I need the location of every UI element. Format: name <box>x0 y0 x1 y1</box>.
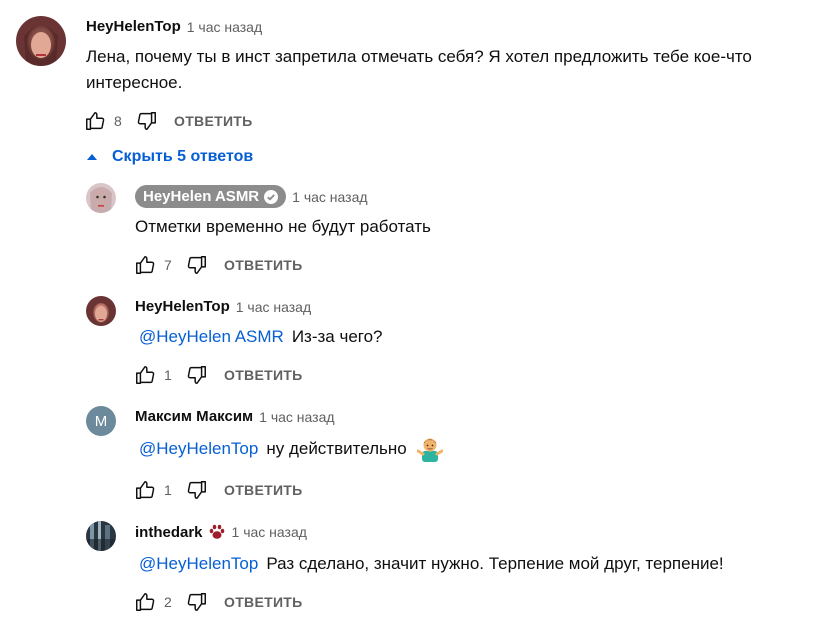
like-count: 1 <box>164 367 172 383</box>
dislike-icon[interactable] <box>186 479 208 501</box>
comment-author[interactable]: Максим Максим <box>135 408 253 425</box>
like-icon[interactable] <box>134 591 156 613</box>
like-count: 8 <box>114 113 122 129</box>
comment-text: @HeyHelenTop ну действительно <box>139 436 443 462</box>
avatar[interactable] <box>16 16 66 66</box>
avatar[interactable] <box>86 521 116 551</box>
mention-link[interactable]: @HeyHelenTop <box>139 554 258 573</box>
mention-link[interactable]: @HeyHelen ASMR <box>139 327 284 346</box>
reply-button[interactable]: ОТВЕТИТЬ <box>174 113 253 129</box>
avatar[interactable]: М <box>86 406 116 436</box>
hide-replies-button[interactable]: Скрыть 5 ответов <box>86 148 253 166</box>
dislike-icon[interactable] <box>186 254 208 276</box>
comment-author[interactable]: inthedark <box>135 524 203 541</box>
comment-text-line: интересное. <box>86 73 183 92</box>
avatar[interactable] <box>86 183 116 213</box>
comment-text: @HeyHelen ASMR Из-за чего? <box>139 324 383 350</box>
comment-text-body: Раз сделано, значит нужно. Терпение мой … <box>266 554 724 573</box>
reply-button[interactable]: ОТВЕТИТЬ <box>224 482 303 498</box>
like-count: 2 <box>164 594 172 610</box>
comment-text-body: Из-за чего? <box>291 327 383 346</box>
comment-author-chip[interactable]: HeyHelen ASMR <box>135 185 287 208</box>
mention-link[interactable]: @HeyHelenTop <box>139 436 258 462</box>
reply-button[interactable]: ОТВЕТИТЬ <box>224 594 303 610</box>
like-icon[interactable] <box>134 364 156 386</box>
avatar[interactable] <box>86 296 116 326</box>
comment-time[interactable]: 1 час назад <box>236 299 311 315</box>
hide-replies-label: Скрыть 5 ответов <box>112 148 254 165</box>
verified-icon <box>264 189 279 204</box>
comment-actions: 1 ОТВЕТИТЬ <box>134 363 303 387</box>
like-icon[interactable] <box>134 479 156 501</box>
avatar-letter: М <box>94 412 108 430</box>
reply-button[interactable]: ОТВЕТИТЬ <box>224 367 303 383</box>
comment-text-body: ну действительно <box>266 439 407 458</box>
comment-text: Отметки временно не будут работать <box>135 217 431 236</box>
dislike-icon[interactable] <box>186 364 208 386</box>
like-icon[interactable] <box>134 254 156 276</box>
like-count: 7 <box>164 257 172 273</box>
comment-author[interactable]: HeyHelenTop <box>135 298 230 315</box>
comment-time[interactable]: 1 час назад <box>187 19 262 35</box>
comment-text: Лена, почему ты в инст запретила отмечат… <box>86 44 752 96</box>
comment-text-line: Лена, почему ты в инст запретила отмечат… <box>86 47 752 66</box>
reply-button[interactable]: ОТВЕТИТЬ <box>224 257 303 273</box>
comment-time[interactable]: 1 час назад <box>292 189 367 205</box>
comment-time[interactable]: 1 час назад <box>259 409 334 425</box>
comment-actions: 8 ОТВЕТИТЬ <box>84 109 253 133</box>
like-count: 1 <box>164 482 172 498</box>
comment-time[interactable]: 1 час назад <box>232 524 307 540</box>
comment-actions: 7 ОТВЕТИТЬ <box>134 253 303 277</box>
dislike-icon[interactable] <box>186 591 208 613</box>
caret-up-icon <box>87 154 97 160</box>
comment-actions: 1 ОТВЕТИТЬ <box>134 478 303 502</box>
comment-author[interactable]: HeyHelenTop <box>86 18 181 35</box>
comment-author: HeyHelen ASMR <box>143 188 260 205</box>
comment-text: @HeyHelenTop Раз сделано, значит нужно. Т… <box>139 551 724 577</box>
dislike-icon[interactable] <box>136 110 158 132</box>
comment-actions: 2 ОТВЕТИТЬ <box>134 590 303 614</box>
paw-icon <box>209 524 224 539</box>
man-shrugging-emoji <box>416 438 443 462</box>
like-icon[interactable] <box>84 110 106 132</box>
